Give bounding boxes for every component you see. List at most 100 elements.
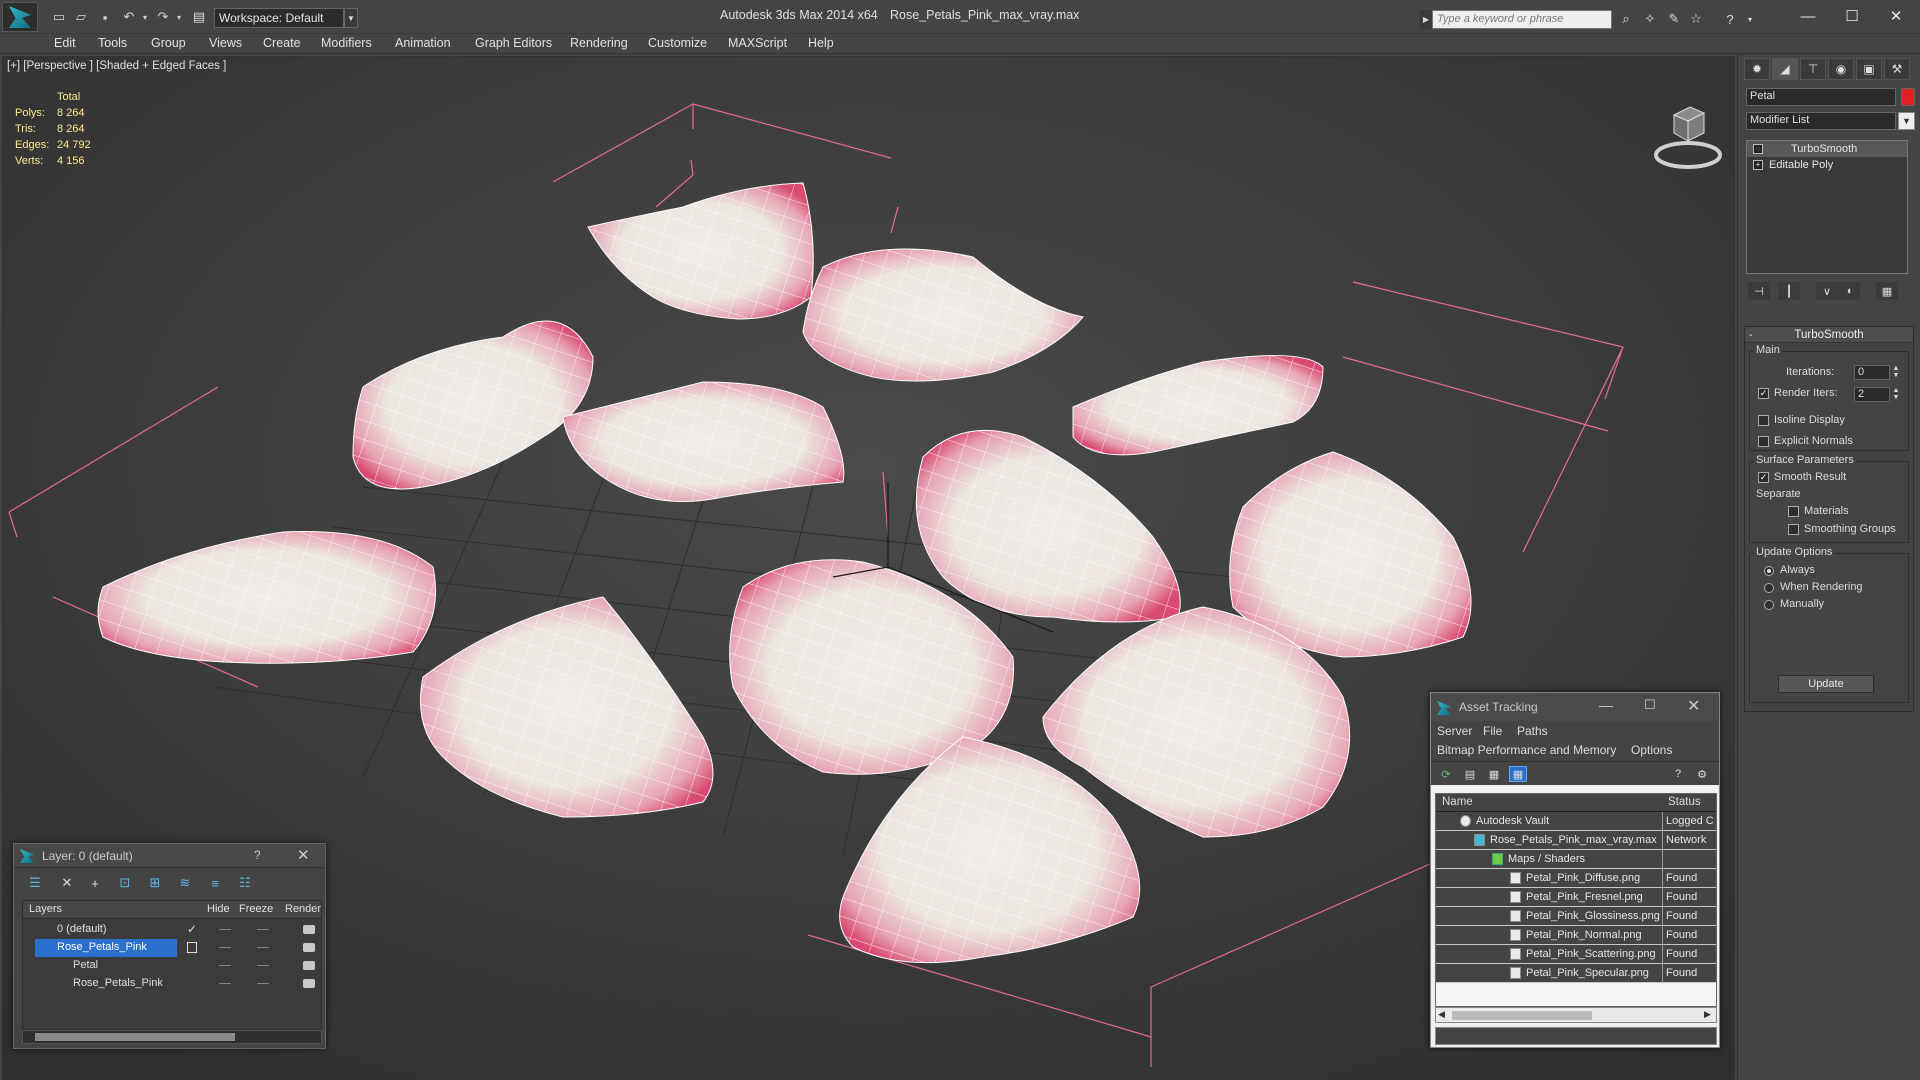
- table-row[interactable]: Rose_Petals_Pink_max_vray.max Network: [1436, 831, 1716, 850]
- smooth-result-checkbox[interactable]: ✓: [1758, 472, 1769, 483]
- infocenter-search-input[interactable]: Type a keyword or phrase: [1432, 10, 1612, 29]
- scrollbar-thumb[interactable]: [1452, 1011, 1592, 1020]
- horizontal-scrollbar[interactable]: [22, 1030, 322, 1044]
- motion-tab-icon[interactable]: ◉: [1828, 58, 1854, 80]
- project-folder-icon[interactable]: ▤: [190, 9, 208, 25]
- new-layer-icon[interactable]: ☰: [24, 874, 46, 892]
- layer-dialog-titlebar[interactable]: Layer: 0 (default) ? ✕: [14, 844, 325, 868]
- menu-views[interactable]: Views: [209, 36, 242, 50]
- close-icon[interactable]: ✕: [297, 846, 310, 864]
- menu-edit[interactable]: Edit: [54, 36, 76, 50]
- chevron-down-icon[interactable]: ▼: [1898, 112, 1915, 130]
- hide-toggle[interactable]: [219, 929, 231, 930]
- update-button[interactable]: Update: [1778, 675, 1874, 693]
- rollout-header[interactable]: - TurboSmooth: [1745, 327, 1913, 343]
- binoculars-icon[interactable]: ⌕: [1616, 10, 1636, 28]
- pin-stack-icon[interactable]: ⊣: [1748, 282, 1770, 300]
- menu-server[interactable]: Server: [1437, 724, 1472, 738]
- render-teapot-icon[interactable]: [303, 925, 315, 934]
- layer-row[interactable]: Rose_Petals_Pink: [23, 975, 321, 993]
- menu-bitmap-performance[interactable]: Bitmap Performance and Memory: [1437, 743, 1616, 757]
- menu-paths[interactable]: Paths: [1517, 724, 1548, 738]
- expand-plus-icon[interactable]: +: [1753, 160, 1763, 170]
- modifier-stack[interactable]: ◌ TurboSmooth + Editable Poly: [1746, 140, 1908, 274]
- asset-path-field[interactable]: [1435, 1027, 1717, 1045]
- table-row[interactable]: Petal_Pink_Specular.png Found: [1436, 964, 1716, 983]
- render-teapot-icon[interactable]: [303, 979, 315, 988]
- table-row[interactable]: Petal_Pink_Scattering.png Found: [1436, 945, 1716, 964]
- workspace-select[interactable]: Workspace: Default: [214, 8, 344, 28]
- close-icon[interactable]: ✕: [1874, 4, 1918, 28]
- viewcube-icon[interactable]: [1648, 85, 1728, 175]
- configure-modifier-sets-icon[interactable]: ▦: [1876, 282, 1898, 300]
- render-teapot-icon[interactable]: [303, 943, 315, 952]
- column-header-layers[interactable]: Layers: [29, 903, 62, 915]
- current-layer-icon[interactable]: ≋: [174, 874, 196, 892]
- scrollbar-thumb[interactable]: [35, 1033, 235, 1041]
- menu-animation[interactable]: Animation: [395, 36, 451, 50]
- list-view-icon[interactable]: ▤: [1461, 766, 1479, 782]
- hide-toggle[interactable]: [219, 983, 231, 984]
- iterations-spinner[interactable]: 0: [1854, 365, 1890, 380]
- show-end-result-icon[interactable]: ┃: [1778, 282, 1800, 300]
- grid-view-icon[interactable]: ▦: [1509, 766, 1527, 782]
- spinner-arrows-icon[interactable]: ▲ ▼: [1892, 365, 1900, 380]
- table-view-icon[interactable]: ▦: [1485, 766, 1503, 782]
- open-file-icon[interactable]: ▱: [72, 9, 90, 25]
- layer-row[interactable]: 0 (default) ✓: [23, 921, 321, 939]
- utilities-tab-icon[interactable]: ⚒: [1884, 58, 1910, 80]
- communication-center-icon[interactable]: ✧: [1640, 10, 1660, 28]
- object-color-swatch[interactable]: [1901, 88, 1915, 106]
- hide-toggle[interactable]: [219, 947, 231, 948]
- workspace-dropdown-icon[interactable]: ▼: [344, 8, 358, 28]
- scroll-right-icon[interactable]: ▶: [1704, 1009, 1711, 1020]
- layer-row[interactable]: Rose_Petals_Pink: [23, 939, 321, 957]
- tools-icon[interactable]: ✎: [1664, 10, 1684, 28]
- asset-dialog-titlebar[interactable]: Asset Tracking — ☐ ✕: [1431, 693, 1719, 721]
- manually-radio[interactable]: [1764, 600, 1774, 610]
- smoothing-groups-checkbox[interactable]: [1788, 524, 1799, 535]
- menu-create[interactable]: Create: [263, 36, 301, 50]
- layer-row[interactable]: Petal: [23, 957, 321, 975]
- app-logo-button[interactable]: [2, 2, 38, 32]
- stack-item-turbosmooth[interactable]: ◌ TurboSmooth: [1747, 141, 1907, 157]
- asset-table[interactable]: Name Status Autodesk Vault Logged C Rose_…: [1435, 793, 1717, 1007]
- table-row[interactable]: Petal_Pink_Diffuse.png Found: [1436, 869, 1716, 888]
- isoline-display-checkbox[interactable]: [1758, 415, 1769, 426]
- table-row[interactable]: Maps / Shaders: [1436, 850, 1716, 869]
- menu-customize[interactable]: Customize: [648, 36, 707, 50]
- freeze-toggle[interactable]: [257, 983, 269, 984]
- layer-list[interactable]: Layers Hide Freeze Render 0 (default) ✓ …: [22, 900, 322, 1030]
- render-iters-checkbox[interactable]: ✓: [1758, 388, 1769, 399]
- freeze-toggle[interactable]: [257, 929, 269, 930]
- make-unique-icon[interactable]: ∨: [1816, 282, 1838, 300]
- menu-maxscript[interactable]: MAXScript: [728, 36, 787, 50]
- hide-toggle[interactable]: [219, 965, 231, 966]
- maximize-icon[interactable]: ☐: [1830, 4, 1874, 28]
- save-file-icon[interactable]: ▪: [96, 9, 114, 25]
- menu-options[interactable]: Options: [1631, 743, 1672, 757]
- remove-modifier-icon[interactable]: ◖: [1838, 282, 1860, 300]
- explicit-normals-checkbox[interactable]: [1758, 436, 1769, 447]
- render-iters-spinner[interactable]: 2: [1854, 387, 1890, 402]
- display-tab-icon[interactable]: ▣: [1856, 58, 1882, 80]
- minimize-icon[interactable]: —: [1786, 4, 1830, 28]
- help-icon[interactable]: ?: [1720, 10, 1740, 28]
- create-tab-icon[interactable]: ✹: [1744, 58, 1770, 80]
- menu-help[interactable]: Help: [808, 36, 834, 50]
- table-row[interactable]: Autodesk Vault Logged C: [1436, 812, 1716, 831]
- stack-item-editable-poly[interactable]: + Editable Poly: [1747, 157, 1907, 173]
- viewport-label[interactable]: [+] [Perspective ] [Shaded + Edged Faces…: [7, 60, 226, 72]
- freeze-toggle[interactable]: [257, 965, 269, 966]
- redo-dropdown-icon[interactable]: ▾: [170, 9, 188, 25]
- freeze-toggle[interactable]: [257, 947, 269, 948]
- add-to-layer-icon[interactable]: +: [84, 874, 106, 892]
- render-teapot-icon[interactable]: [303, 961, 315, 970]
- table-row[interactable]: Petal_Pink_Glossiness.png Found: [1436, 907, 1716, 926]
- help-icon[interactable]: ?: [1669, 766, 1687, 782]
- materials-checkbox[interactable]: [1788, 506, 1799, 517]
- horizontal-scrollbar[interactable]: ◀ ▶: [1435, 1007, 1717, 1023]
- table-row[interactable]: Petal_Pink_Fresnel.png Found: [1436, 888, 1716, 907]
- refresh-icon[interactable]: ⟳: [1437, 766, 1455, 782]
- object-name-field[interactable]: Petal: [1746, 88, 1896, 106]
